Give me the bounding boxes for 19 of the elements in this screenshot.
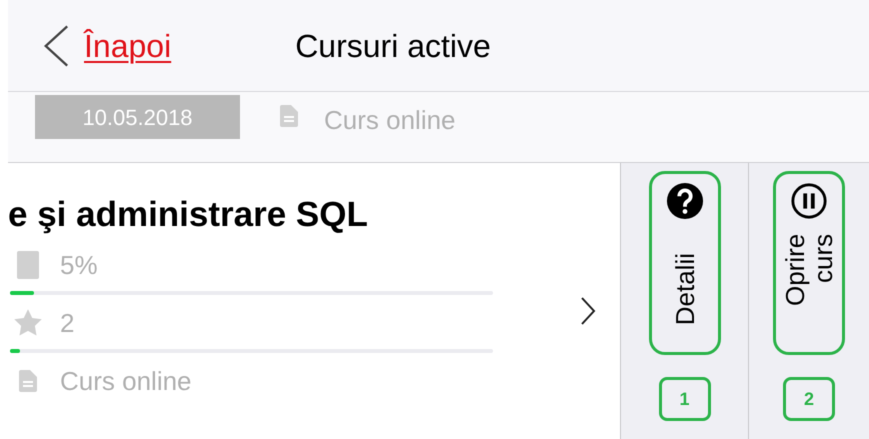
star-icon (13, 308, 43, 338)
action-button[interactable]: Oprire curs (773, 171, 845, 355)
help-icon (666, 182, 704, 220)
annotation-number: 1 (658, 377, 710, 421)
stat-value: 5% (60, 248, 98, 282)
annotation-number: 2 (783, 377, 835, 421)
action-button[interactable]: Detalii (648, 171, 720, 355)
document-icon (19, 370, 37, 392)
date-label: 10.05.2018 (35, 95, 240, 139)
course-title: e şi administrare SQL (8, 194, 369, 236)
chevron-right-icon (580, 296, 596, 326)
pause-icon (790, 182, 828, 220)
stat-value: Curs online (60, 364, 192, 398)
back-chevron-icon (42, 24, 70, 68)
stat-value: 2 (60, 306, 74, 340)
page-title: Cursuri active (295, 26, 491, 66)
course-type: Curs online (324, 104, 456, 137)
document-icon (280, 105, 298, 127)
back-button[interactable]: Înapoi (42, 22, 172, 70)
